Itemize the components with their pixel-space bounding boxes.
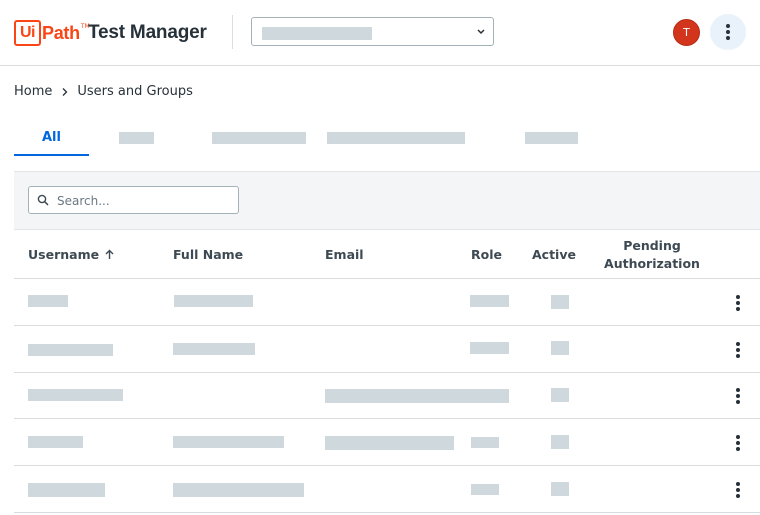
row-actions-button[interactable] (733, 434, 743, 452)
tab-label-redacted (119, 132, 154, 144)
column-header-full-name[interactable]: Full Name (173, 230, 243, 279)
row-actions-button[interactable] (733, 294, 743, 312)
cell-role-redacted (471, 484, 499, 495)
tab-label-redacted (212, 132, 306, 144)
column-label-pending-line2: Authorization (604, 255, 700, 271)
tab-bar: All (14, 124, 760, 156)
cell-full-name-redacted (174, 295, 253, 307)
cell-email-redacted (325, 436, 454, 450)
chevron-right-icon (62, 87, 68, 96)
tab-label-redacted (525, 132, 578, 144)
row-actions-button[interactable] (733, 341, 743, 359)
column-label-username: Username (28, 247, 100, 262)
cell-full-name-redacted (173, 343, 255, 355)
user-avatar[interactable]: T (673, 19, 700, 46)
cell-username-redacted (28, 295, 68, 307)
column-label-role: Role (471, 247, 502, 262)
cell-email-redacted (325, 389, 509, 403)
tab-all-label: All (42, 130, 61, 145)
cell-username-redacted (28, 344, 113, 356)
more-vert-icon (736, 388, 740, 404)
row-actions-button[interactable] (733, 481, 743, 499)
project-selector[interactable] (251, 17, 494, 46)
logo-ui-mark: Ui (14, 20, 41, 46)
uipath-logo[interactable]: Ui Path TM (14, 20, 90, 46)
cell-username-redacted (28, 389, 123, 401)
search-input[interactable] (57, 191, 233, 210)
tab-label-redacted (327, 132, 465, 144)
column-label-active: Active (532, 247, 576, 262)
more-vert-icon (736, 435, 740, 451)
column-header-role[interactable]: Role (471, 230, 502, 279)
cell-active-redacted (551, 388, 569, 402)
cell-username-redacted (28, 483, 105, 497)
column-label-pending-line1: Pending (623, 237, 681, 253)
tab-active-indicator (14, 154, 89, 156)
more-vert-icon (736, 482, 740, 498)
cell-role-redacted (471, 437, 499, 448)
cell-active-redacted (551, 295, 569, 309)
tab-5[interactable] (514, 124, 594, 156)
search-box[interactable] (28, 186, 239, 214)
more-vert-icon (736, 342, 740, 358)
cell-active-redacted (551, 435, 569, 449)
tab-2[interactable] (114, 124, 174, 156)
tab-3[interactable] (204, 124, 309, 156)
row-actions-button[interactable] (733, 387, 743, 405)
cell-username-redacted (28, 436, 83, 448)
breadcrumb: Home Users and Groups (14, 84, 193, 99)
chevron-down-icon (477, 29, 485, 35)
cell-full-name-redacted (173, 436, 284, 448)
column-header-pending-authorization[interactable]: Pending Authorization (604, 230, 700, 279)
cell-role-redacted (470, 342, 509, 354)
column-header-email[interactable]: Email (325, 230, 364, 279)
column-label-email: Email (325, 247, 364, 262)
table-row[interactable] (14, 419, 760, 466)
cell-full-name-redacted (173, 483, 304, 497)
product-name: Test Manager (88, 22, 207, 43)
logo-path-text: Path (42, 22, 80, 43)
app-header: Ui Path TM Test Manager T (0, 0, 760, 66)
breadcrumb-current: Users and Groups (77, 84, 193, 99)
search-icon (37, 194, 49, 206)
table-row[interactable] (14, 372, 760, 419)
more-vert-icon (736, 295, 740, 311)
cell-active-redacted (551, 482, 569, 496)
column-label-full-name: Full Name (173, 247, 244, 262)
sort-arrow-up-icon (105, 249, 114, 259)
table-row[interactable] (14, 466, 760, 513)
table-row[interactable] (14, 279, 760, 326)
project-selector-value-redacted (262, 27, 372, 40)
column-header-username[interactable]: Username (28, 230, 114, 279)
cell-role-redacted (470, 295, 509, 307)
table-header: Username Full Name Email Role Active Pen… (14, 229, 760, 279)
breadcrumb-home[interactable]: Home (14, 84, 52, 99)
table-toolbar (14, 171, 760, 229)
header-divider (232, 15, 233, 49)
tab-all[interactable]: All (14, 124, 89, 156)
cell-active-redacted (551, 341, 569, 355)
column-header-active[interactable]: Active (532, 230, 576, 279)
app-menu-button[interactable] (710, 14, 746, 50)
table-row[interactable] (14, 326, 760, 373)
more-vert-icon (726, 24, 730, 40)
tab-4[interactable] (322, 124, 472, 156)
